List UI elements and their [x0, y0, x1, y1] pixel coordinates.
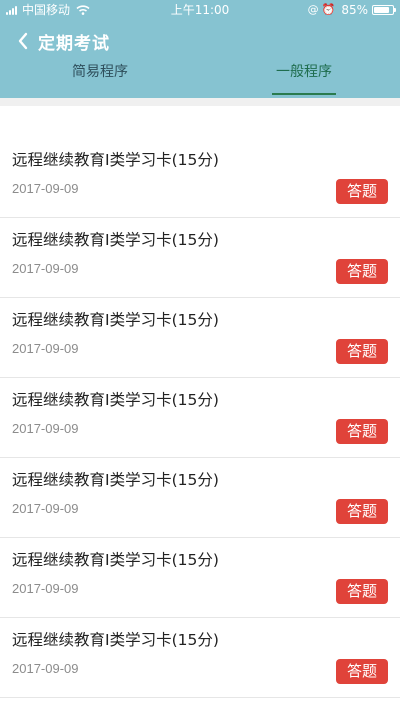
- item-date: 2017-09-09: [12, 261, 79, 276]
- battery-icon: [372, 5, 396, 15]
- list-item[interactable]: 远程继续教育I类学习卡(15分) 2017-09-09 答题: [0, 458, 400, 538]
- item-date: 2017-09-09: [12, 581, 79, 596]
- alarm-icon: ⏰: [321, 3, 336, 16]
- item-date: 2017-09-09: [12, 341, 79, 356]
- section-divider: [0, 98, 400, 106]
- list-item[interactable]: 远程继续教育I类学习卡(15分) 2017-09-09 答题: [0, 378, 400, 458]
- nav-bar: 定期考试: [0, 24, 400, 58]
- list-item[interactable]: 远程继续教育I类学习卡(15分) 2017-09-09 答题: [0, 618, 400, 698]
- battery-fill: [374, 7, 389, 13]
- status-right: @ ⏰ 85%: [305, 0, 396, 20]
- tab-general-procedure[interactable]: 一般程序: [272, 58, 336, 95]
- back-button[interactable]: [10, 26, 36, 56]
- item-title: 远程继续教育I类学习卡(15分): [12, 311, 219, 329]
- list-item[interactable]: 远程继续教育I类学习卡(15分) 2017-09-09 答题: [0, 138, 400, 218]
- item-title: 远程继续教育I类学习卡(15分): [12, 391, 219, 409]
- list-item[interactable]: 远程继续教育I类学习卡(15分) 2017-09-09 答题: [0, 218, 400, 298]
- list-item[interactable]: 远程继续教育I类学习卡(15分) 2017-09-09 答题: [0, 538, 400, 618]
- battery-percent: 85%: [341, 3, 368, 17]
- lock-rotation-icon: @: [307, 3, 319, 16]
- answer-button[interactable]: 答题: [336, 499, 388, 524]
- item-date: 2017-09-09: [12, 661, 79, 676]
- item-title: 远程继续教育I类学习卡(15分): [12, 231, 219, 249]
- item-date: 2017-09-09: [12, 501, 79, 516]
- status-bar: 中国移动 上午11:00 @ ⏰ 85%: [0, 0, 400, 20]
- page-title: 定期考试: [38, 33, 110, 54]
- exam-list: 远程继续教育I类学习卡(15分) 2017-09-09 答题 远程继续教育I类学…: [0, 138, 400, 698]
- answer-button[interactable]: 答题: [336, 659, 388, 684]
- tab-simple-procedure[interactable]: 简易程序: [55, 58, 145, 94]
- item-title: 远程继续教育I类学习卡(15分): [12, 551, 219, 569]
- item-date: 2017-09-09: [12, 181, 79, 196]
- item-title: 远程继续教育I类学习卡(15分): [12, 631, 219, 649]
- tab-bar: 简易程序 一般程序: [0, 58, 400, 98]
- answer-button[interactable]: 答题: [336, 579, 388, 604]
- item-date: 2017-09-09: [12, 421, 79, 436]
- answer-button[interactable]: 答题: [336, 419, 388, 444]
- list-item[interactable]: 远程继续教育I类学习卡(15分) 2017-09-09 答题: [0, 298, 400, 378]
- answer-button[interactable]: 答题: [336, 259, 388, 284]
- answer-button[interactable]: 答题: [336, 179, 388, 204]
- item-title: 远程继续教育I类学习卡(15分): [12, 151, 219, 169]
- chevron-left-icon: [18, 32, 28, 50]
- item-title: 远程继续教育I类学习卡(15分): [12, 471, 219, 489]
- top-bar: 中国移动 上午11:00 @ ⏰ 85% 定期考试 简易程序 一般程序: [0, 0, 400, 98]
- answer-button[interactable]: 答题: [336, 339, 388, 364]
